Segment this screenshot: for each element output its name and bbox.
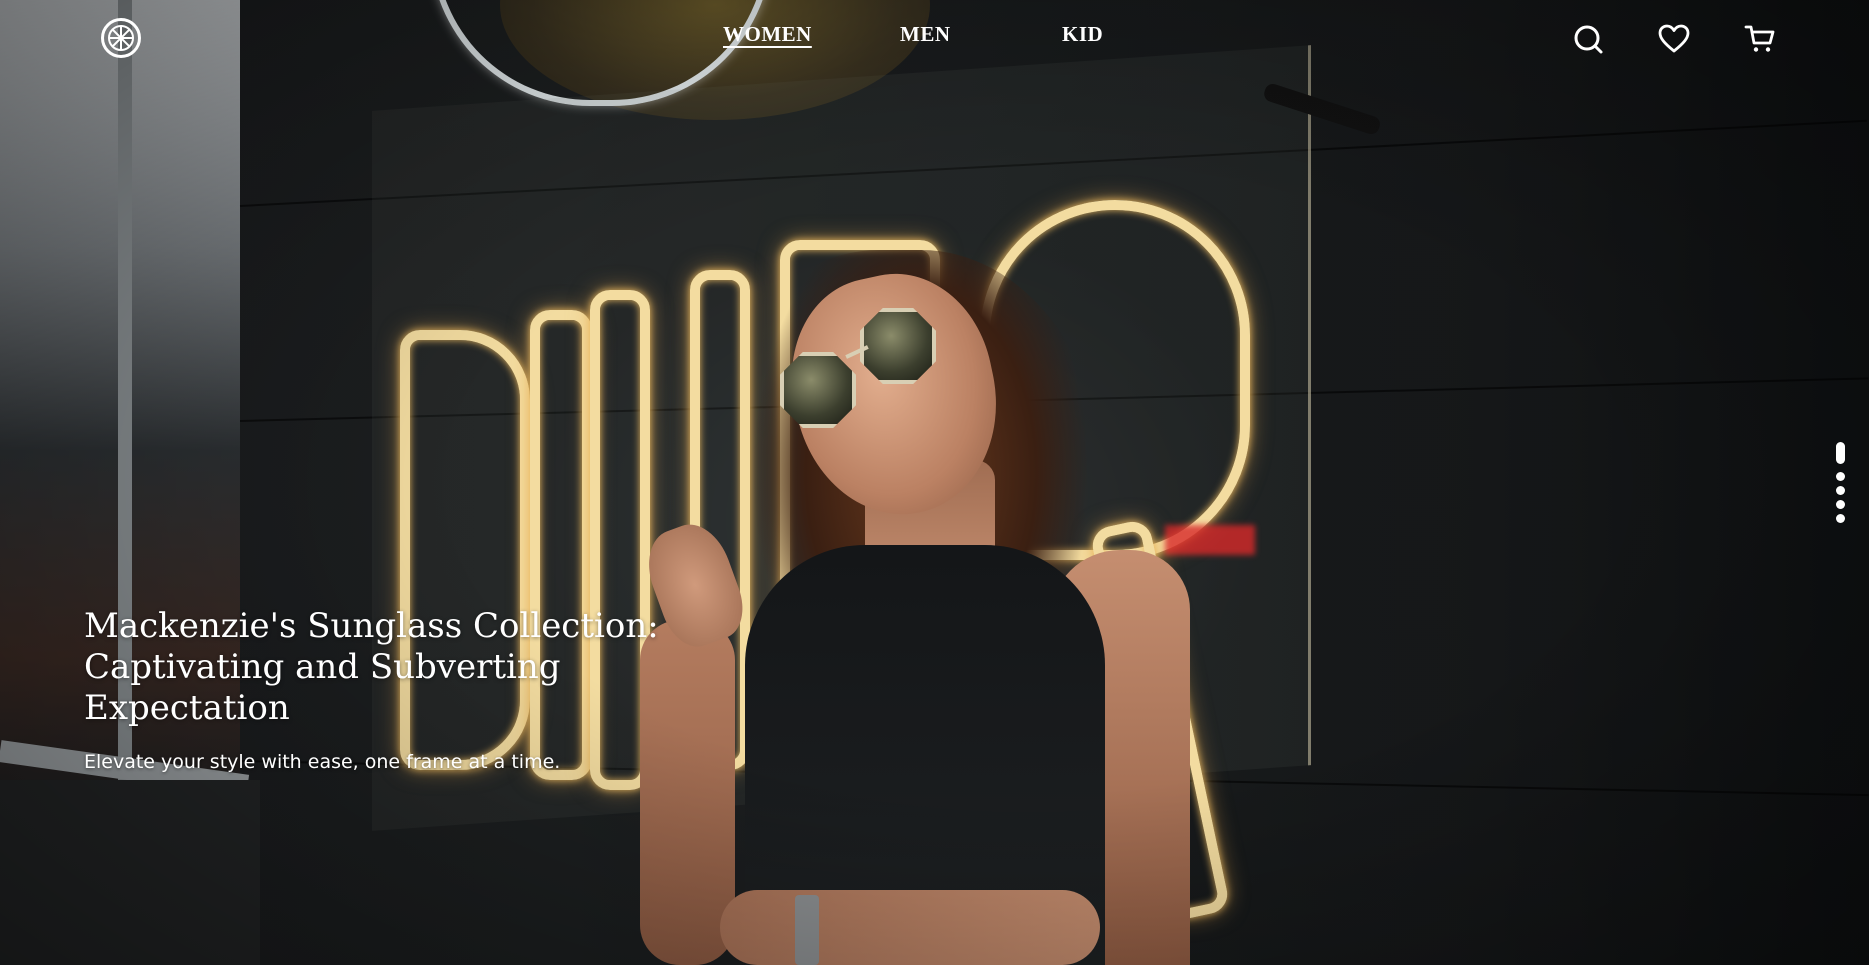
slide-dot[interactable] <box>1836 472 1845 481</box>
hero-banner: WOMEN MEN KID Mackenzie's Sunglass Colle… <box>0 0 1869 965</box>
cart-button[interactable] <box>1743 22 1777 56</box>
lemon-slice-icon <box>108 25 134 51</box>
heart-icon <box>1658 24 1690 53</box>
image-vignette <box>0 0 1869 965</box>
nav-men[interactable]: MEN <box>900 22 951 47</box>
site-header: WOMEN MEN KID <box>0 0 1869 80</box>
slide-dot[interactable] <box>1836 486 1845 495</box>
slide-pager <box>1834 442 1846 532</box>
slide-dot-active[interactable] <box>1836 442 1845 464</box>
cart-icon <box>1744 25 1775 52</box>
hero-subtitle: Elevate your style with ease, one frame … <box>84 751 561 773</box>
search-button[interactable] <box>1571 22 1605 56</box>
search-icon <box>1574 25 1603 54</box>
wishlist-button[interactable] <box>1657 22 1691 56</box>
slide-dot[interactable] <box>1836 500 1845 509</box>
nav-kid[interactable]: KID <box>1062 22 1103 47</box>
hero-title: Mackenzie's Sunglass Collection: Captiva… <box>84 606 659 728</box>
slide-dot[interactable] <box>1836 514 1845 523</box>
nav-women[interactable]: WOMEN <box>723 22 812 47</box>
logo-link[interactable] <box>101 18 141 58</box>
